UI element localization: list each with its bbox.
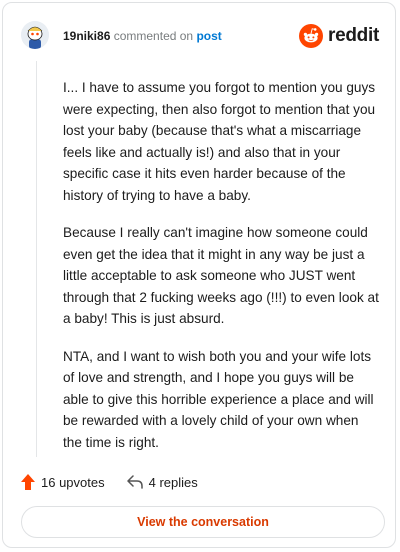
comment-footer: 16 upvotes 4 replies bbox=[21, 472, 198, 492]
comment-action-text: commented on bbox=[113, 29, 194, 43]
comment-header: 19niki86 commented on post bbox=[63, 29, 222, 43]
comment-paragraph: NTA, and I want to wish both you and you… bbox=[63, 348, 374, 450]
username-link[interactable]: 19niki86 bbox=[63, 29, 110, 43]
upvotes-count: 16 upvotes bbox=[41, 474, 105, 490]
view-conversation-button[interactable]: View the conversation bbox=[21, 506, 385, 538]
comment-paragraph: Because I really can't imagine how someo… bbox=[63, 225, 379, 326]
comment-body: I... I have to assume you forgot to ment… bbox=[63, 77, 381, 469]
reddit-wordmark: reddit bbox=[328, 25, 379, 46]
reddit-snoo-icon bbox=[299, 24, 324, 48]
upvotes-stat[interactable]: 16 upvotes bbox=[21, 474, 105, 490]
post-link[interactable]: post bbox=[196, 29, 221, 43]
replies-count: 4 replies bbox=[148, 474, 198, 490]
thread-line bbox=[36, 61, 37, 457]
reddit-logo[interactable]: reddit bbox=[299, 23, 379, 49]
replies-stat[interactable]: 4 replies bbox=[126, 474, 198, 490]
snoo-avatar-icon bbox=[21, 21, 49, 49]
user-avatar[interactable] bbox=[21, 21, 49, 49]
upvote-arrow-icon bbox=[21, 474, 35, 490]
comment-card: 19niki86 commented on post reddit I... I… bbox=[2, 2, 396, 548]
comment-paragraph: I... I have to assume you forgot to ment… bbox=[63, 80, 376, 203]
reply-arrow-icon bbox=[126, 475, 143, 489]
